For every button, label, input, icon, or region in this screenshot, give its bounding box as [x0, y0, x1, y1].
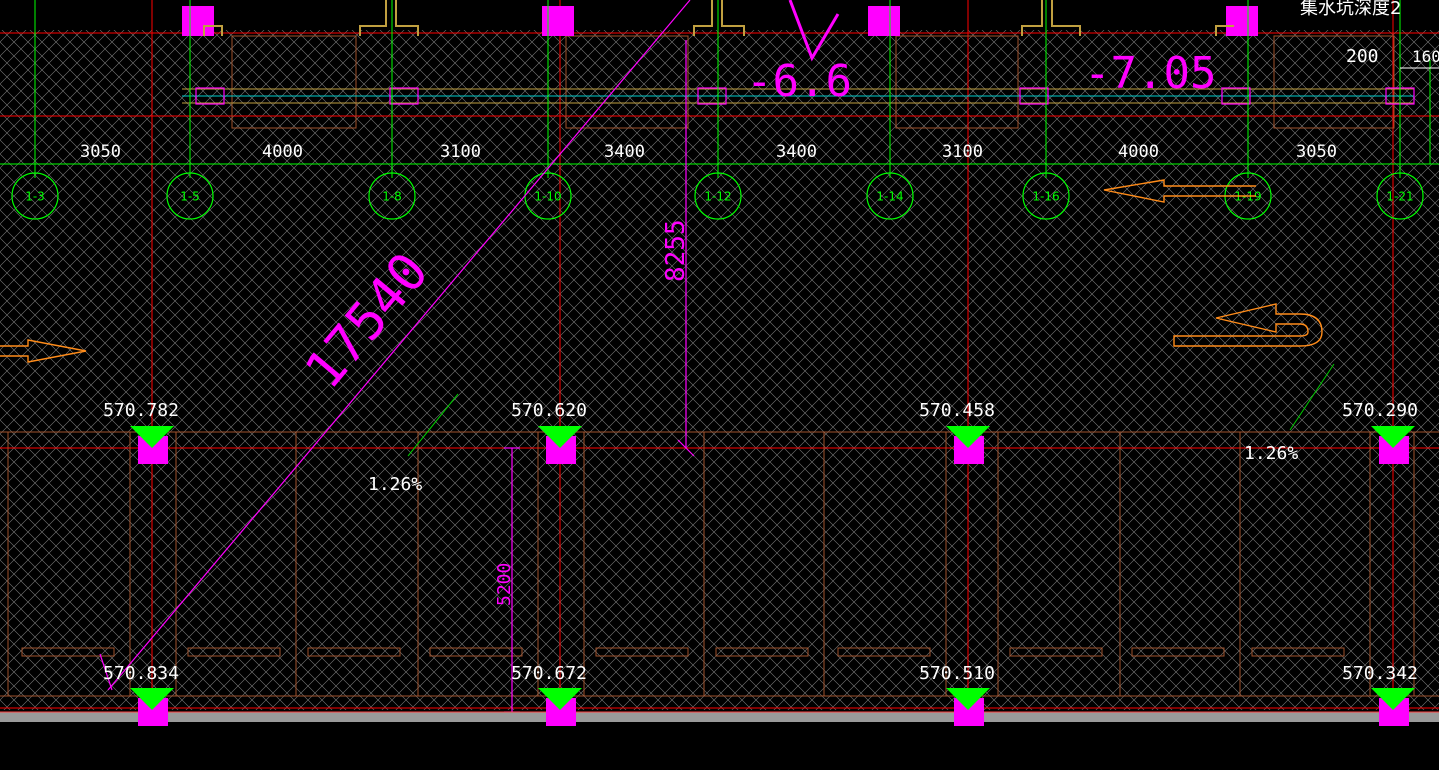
axis-label: 1-5	[180, 190, 200, 204]
bottom-band	[0, 712, 1439, 722]
elevation-label: 570.834	[103, 663, 179, 684]
axis-label: 1-12	[704, 190, 731, 204]
top-dim-right: 160	[1412, 47, 1439, 66]
axis-label: 1-16	[1032, 190, 1059, 204]
axis-label: 1-3	[25, 190, 45, 204]
level-label-b: -7.05	[1084, 48, 1216, 99]
bottom-band-edge	[0, 722, 1439, 770]
dim-label: 3400	[604, 142, 645, 162]
vertical-dim-b-label: 5200	[494, 563, 515, 606]
elevation-label: 570.510	[919, 663, 995, 684]
elevation-label: 570.620	[511, 400, 587, 421]
axis-label: 1-8	[382, 190, 402, 204]
dim-label: 3100	[942, 142, 983, 162]
axis-label: 1-21	[1386, 190, 1413, 204]
hatch-area-upper	[0, 30, 1439, 430]
elevation-label: 570.672	[511, 663, 587, 684]
dim-label: 3050	[80, 142, 121, 162]
slope-label-right: 1.26%	[1244, 443, 1298, 464]
dim-label: 3100	[440, 142, 481, 162]
top-dim-left: 200	[1346, 46, 1379, 67]
elevation-label: 570.458	[919, 400, 995, 421]
dim-label: 4000	[262, 142, 303, 162]
level-label-a: -6.6	[746, 56, 852, 107]
elevation-label: 570.782	[103, 400, 179, 421]
dim-label: 3400	[776, 142, 817, 162]
cad-drawing-canvas[interactable]: 3050 4000 3100 3400 3400 3100 4000 3050 …	[0, 0, 1439, 770]
hatch-area-lower	[0, 430, 1439, 710]
title-fragment: 集水坑深度2	[1300, 0, 1401, 19]
dim-label: 4000	[1118, 142, 1159, 162]
elevation-label: 570.342	[1342, 663, 1418, 684]
slope-label-left: 1.26%	[368, 474, 422, 495]
axis-label: 1-14	[876, 190, 903, 204]
vertical-dim-a-label: 8255	[661, 219, 691, 282]
axis-label: 1-10	[534, 190, 561, 204]
dim-label: 3050	[1296, 142, 1337, 162]
elevation-label: 570.290	[1342, 400, 1418, 421]
